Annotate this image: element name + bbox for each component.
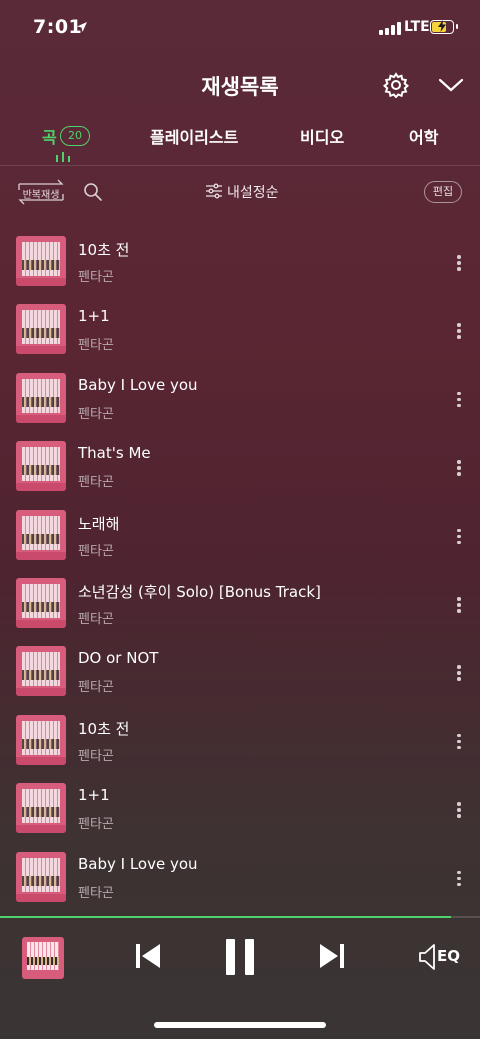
album-cover bbox=[16, 372, 66, 423]
status-bar: 7:01 LTE bbox=[0, 0, 480, 56]
skip-next-icon[interactable] bbox=[318, 940, 346, 972]
home-indicator[interactable] bbox=[154, 1022, 326, 1028]
tab-songs-label: 곡 bbox=[42, 128, 57, 147]
song-artist: 펜타곤 bbox=[78, 475, 114, 491]
tab-bar: 곡 20 플레이리스트 비디오 어학 bbox=[0, 122, 480, 162]
more-options-icon[interactable] bbox=[452, 662, 466, 682]
song-title: 노래해 bbox=[78, 514, 120, 533]
song-title: DO or NOT bbox=[78, 649, 159, 668]
list-item[interactable]: 1+1 펜타곤 bbox=[0, 773, 480, 841]
more-options-icon[interactable] bbox=[452, 868, 466, 888]
song-title: That's Me bbox=[78, 444, 151, 463]
list-item[interactable]: Baby I Love you 펜타곤 bbox=[0, 363, 480, 431]
mini-player: EQ bbox=[0, 918, 480, 998]
song-artist: 펜타곤 bbox=[78, 406, 114, 422]
repeat-button[interactable]: 반복재생 bbox=[16, 178, 66, 206]
skip-previous-icon[interactable] bbox=[134, 940, 162, 972]
song-title: Baby I Love you bbox=[78, 375, 198, 394]
tab-video[interactable]: 비디오 bbox=[300, 124, 344, 148]
now-playing-cover[interactable] bbox=[22, 937, 64, 979]
status-time: 7:01 bbox=[33, 16, 83, 38]
album-cover bbox=[16, 578, 66, 628]
song-title: 1+1 bbox=[78, 307, 110, 326]
list-item[interactable]: 노래해 펜타곤 bbox=[0, 500, 480, 568]
tab-playlist[interactable]: 플레이리스트 bbox=[150, 124, 238, 148]
more-options-icon[interactable] bbox=[452, 526, 466, 546]
sort-label: 내설정순 bbox=[227, 185, 279, 201]
signal-bars-icon bbox=[379, 22, 401, 35]
song-artist: 펜타곤 bbox=[78, 885, 114, 901]
repeat-label: 반복재생 bbox=[22, 190, 60, 201]
list-item[interactable]: 1+1 펜타곤 bbox=[0, 294, 480, 362]
song-title: Baby I Love you bbox=[78, 854, 198, 873]
equalizer-button[interactable]: EQ bbox=[418, 942, 462, 972]
battery-charging-icon bbox=[430, 20, 458, 34]
song-artist: 펜타곤 bbox=[78, 748, 114, 764]
eq-label: EQ bbox=[437, 947, 460, 965]
song-title: 소년감성 (후이 Solo) [Bonus Track] bbox=[78, 583, 321, 601]
edit-button[interactable]: 편집 bbox=[424, 181, 462, 203]
more-options-icon[interactable] bbox=[452, 252, 466, 272]
more-options-icon[interactable] bbox=[452, 389, 466, 409]
song-artist: 펜타곤 bbox=[78, 543, 114, 559]
list-toolbar: 반복재생 내설정순 편집 bbox=[0, 176, 480, 210]
network-label: LTE bbox=[404, 19, 430, 35]
speaker-icon bbox=[419, 944, 435, 970]
search-icon[interactable] bbox=[83, 182, 103, 202]
more-options-icon[interactable] bbox=[452, 799, 466, 819]
tab-language[interactable]: 어학 bbox=[409, 124, 438, 148]
list-item[interactable]: 10초 전 펜타곤 bbox=[0, 705, 480, 773]
pause-icon[interactable] bbox=[224, 937, 256, 977]
song-count-badge: 20 bbox=[60, 126, 90, 146]
more-options-icon[interactable] bbox=[452, 731, 466, 751]
list-item[interactable]: Baby I Love you 펜타곤 bbox=[0, 842, 480, 910]
now-playing-equalizer-icon bbox=[56, 152, 72, 162]
song-title: 1+1 bbox=[78, 786, 110, 805]
song-title: 10초 전 bbox=[78, 241, 130, 259]
album-cover bbox=[16, 441, 66, 492]
location-arrow-icon bbox=[77, 22, 87, 32]
list-item[interactable]: That's Me 펜타곤 bbox=[0, 431, 480, 499]
list-item[interactable]: 10초 전 펜타곤 bbox=[0, 226, 480, 294]
more-options-icon[interactable] bbox=[452, 320, 466, 340]
album-cover bbox=[16, 714, 66, 765]
album-cover bbox=[16, 851, 66, 902]
tab-divider bbox=[0, 165, 480, 166]
more-options-icon[interactable] bbox=[452, 594, 466, 614]
album-cover bbox=[16, 783, 66, 834]
song-artist: 펜타곤 bbox=[78, 680, 114, 696]
song-artist: 펜타곤 bbox=[78, 612, 114, 627]
album-cover bbox=[16, 304, 66, 355]
song-artist: 펜타곤 bbox=[78, 270, 114, 285]
song-artist: 펜타곤 bbox=[78, 817, 114, 833]
gear-icon[interactable] bbox=[383, 72, 409, 98]
album-cover bbox=[16, 236, 66, 286]
list-item[interactable]: 소년감성 (후이 Solo) [Bonus Track] 펜타곤 bbox=[0, 568, 480, 636]
album-cover bbox=[16, 646, 66, 697]
song-title: 10초 전 bbox=[78, 719, 130, 738]
song-artist: 펜타곤 bbox=[78, 338, 114, 354]
album-cover bbox=[16, 509, 66, 560]
chevron-down-icon[interactable] bbox=[438, 76, 464, 94]
sliders-icon bbox=[206, 183, 222, 199]
more-options-icon[interactable] bbox=[452, 457, 466, 477]
list-item[interactable]: DO or NOT 펜타곤 bbox=[0, 636, 480, 704]
